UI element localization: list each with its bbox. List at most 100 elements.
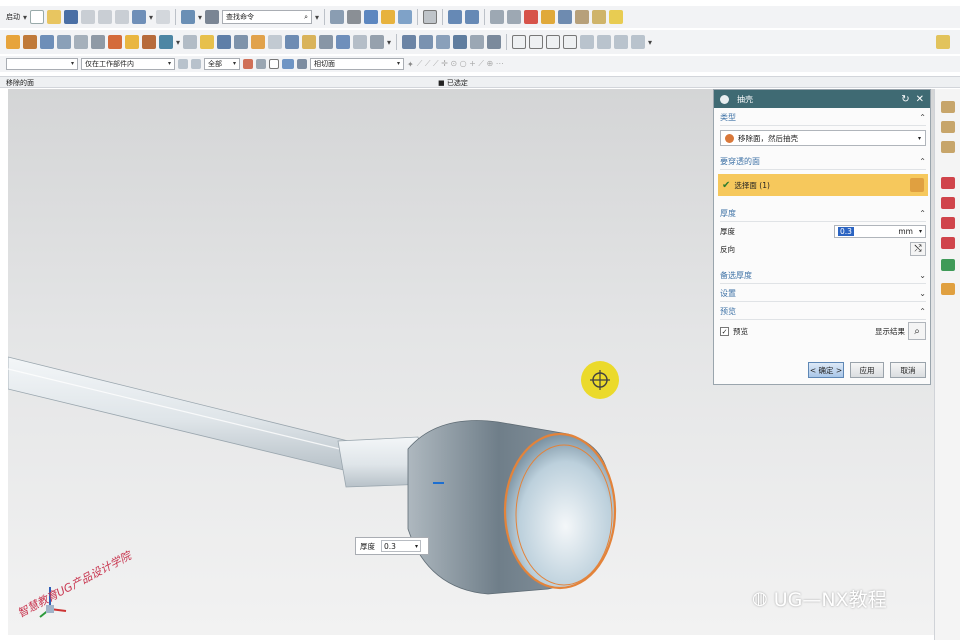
shaded-icon[interactable] [364,10,379,24]
window-dropdown-icon[interactable]: ▾ [198,13,202,22]
search-icon[interactable]: ⌕ [304,13,308,22]
command-search-input[interactable]: 查找命令 ⌕ [222,10,313,24]
preview-header[interactable]: 预览 ⌃ [720,304,926,320]
revolve-icon[interactable] [23,35,37,49]
deselect-icon[interactable] [191,59,201,69]
offset-face-icon[interactable] [336,35,351,49]
customize-icon[interactable] [936,35,950,49]
snap-toggle-icon[interactable]: ✦ [407,60,414,69]
draft-icon[interactable] [302,35,317,49]
chevron-up-icon[interactable]: ⌃ [919,307,926,316]
pocket-icon[interactable] [125,35,139,49]
thickness-input[interactable]: 0.3 mm ▾ [834,224,926,238]
cut-icon[interactable] [81,10,96,24]
ruler-icon[interactable] [592,10,607,24]
trim-body-icon[interactable] [234,35,249,49]
subtract-icon[interactable] [200,35,215,49]
snap-point-icon[interactable] [524,10,539,24]
surface-icon[interactable] [402,35,417,49]
curve-icon[interactable] [575,10,590,24]
mirror-icon[interactable] [370,35,385,49]
orient-icon[interactable] [558,10,573,24]
shell-type-select[interactable]: 移除面，然后抽壳 ▾ [720,130,926,146]
chevron-up-icon[interactable]: ⌃ [919,209,926,218]
chevron-up-icon[interactable]: ⌃ [919,113,926,122]
edge-blend-icon[interactable] [268,35,283,49]
hole-icon[interactable] [91,35,105,49]
apply-button[interactable]: 应用 [850,362,884,378]
undo-dropdown-icon[interactable]: ▾ [149,13,153,22]
touch-mode-icon[interactable] [205,10,220,24]
ok-button[interactable]: < 确定 > [808,362,844,378]
sew-icon[interactable] [487,35,502,49]
chamfer-icon[interactable] [285,35,300,49]
system-materials-icon[interactable] [941,283,955,295]
boss-icon[interactable] [108,35,122,49]
rectangle-select-icon[interactable] [269,59,279,69]
type-section-header[interactable]: 类型 ⌃ [720,110,926,126]
select-all-icon[interactable] [178,59,188,69]
swept-icon[interactable] [436,35,451,49]
more-dropdown-icon[interactable]: ▾ [648,38,652,47]
start-dropdown-icon[interactable]: ▾ [23,13,27,22]
palette-icon[interactable] [941,237,955,249]
face-select-icon[interactable] [282,59,294,69]
open-folder-icon[interactable] [47,10,62,24]
edit-section-icon[interactable] [398,10,413,24]
onscreen-thickness-field[interactable]: 0.3 ▾ [381,540,421,552]
cancel-button[interactable]: 取消 [890,362,926,378]
chevron-down-icon[interactable]: ⌄ [919,271,926,280]
display-toggle-icon[interactable] [423,10,438,24]
lasso-icon[interactable] [256,59,266,69]
assembly-navigator-icon[interactable] [941,101,955,113]
thickness-onscreen-input[interactable]: 厚度 0.3 ▾ [355,537,429,555]
render-style-icon[interactable] [347,10,362,24]
measure-icon[interactable] [448,10,463,24]
pad-icon[interactable] [142,35,156,49]
arc-icon[interactable] [529,35,544,49]
unite-icon[interactable] [183,35,198,49]
start-menu[interactable]: 启动 [6,12,20,22]
through-curves-icon[interactable] [419,35,434,49]
settings-header[interactable]: 设置 ⌄ [720,286,926,302]
select-arrow-icon[interactable] [243,59,253,69]
cone-icon[interactable] [74,35,88,49]
mirror-dropdown-icon[interactable]: ▾ [387,38,391,47]
alt-thickness-header[interactable]: 备选厚度 ⌄ [720,268,926,284]
thickness-section-header[interactable]: 厚度 ⌃ [720,206,926,222]
chevron-down-icon[interactable]: ▾ [919,228,922,235]
spline-icon[interactable] [546,35,561,49]
rib-icon[interactable] [159,35,173,49]
reuse-library-icon[interactable] [941,177,955,189]
paste-icon[interactable] [115,10,130,24]
shell-icon[interactable] [319,35,334,49]
rectangle-icon[interactable] [563,35,578,49]
line-icon[interactable] [512,35,527,49]
copy-icon[interactable] [98,10,113,24]
select-face-row[interactable]: ✔ 选择面 (1) [718,174,928,196]
cube-yellow-icon[interactable] [609,10,624,24]
all-filter-select[interactable]: 全部 ▾ [204,58,240,70]
dimension-icon[interactable] [541,10,556,24]
block-icon[interactable] [40,35,54,49]
roles-icon[interactable] [941,259,955,271]
text-curve-icon[interactable] [631,35,646,49]
scope-filter-select[interactable]: 仅在工作部件内 ▾ [81,58,175,70]
bounded-plane-icon[interactable] [453,35,468,49]
view-fit-icon[interactable] [330,10,345,24]
type-filter-select[interactable]: ▾ [6,58,78,70]
reverse-direction-icon[interactable]: ⤭ [910,242,926,256]
web-browser-icon[interactable] [941,217,955,229]
offset-curve-icon[interactable] [597,35,612,49]
body-select-icon[interactable] [297,59,307,69]
pattern-icon[interactable] [353,35,368,49]
extrude-icon[interactable] [6,35,20,49]
select-filter-icon[interactable] [507,10,522,24]
constraint-navigator-icon[interactable] [941,121,955,133]
faces-section-header[interactable]: 要穿透的面 ⌃ [720,154,926,170]
close-icon[interactable]: ✕ [916,94,924,105]
undo-icon[interactable] [132,10,147,24]
helix-icon[interactable] [614,35,629,49]
analysis-icon[interactable] [465,10,480,24]
chevron-up-icon[interactable]: ⌃ [919,157,926,166]
